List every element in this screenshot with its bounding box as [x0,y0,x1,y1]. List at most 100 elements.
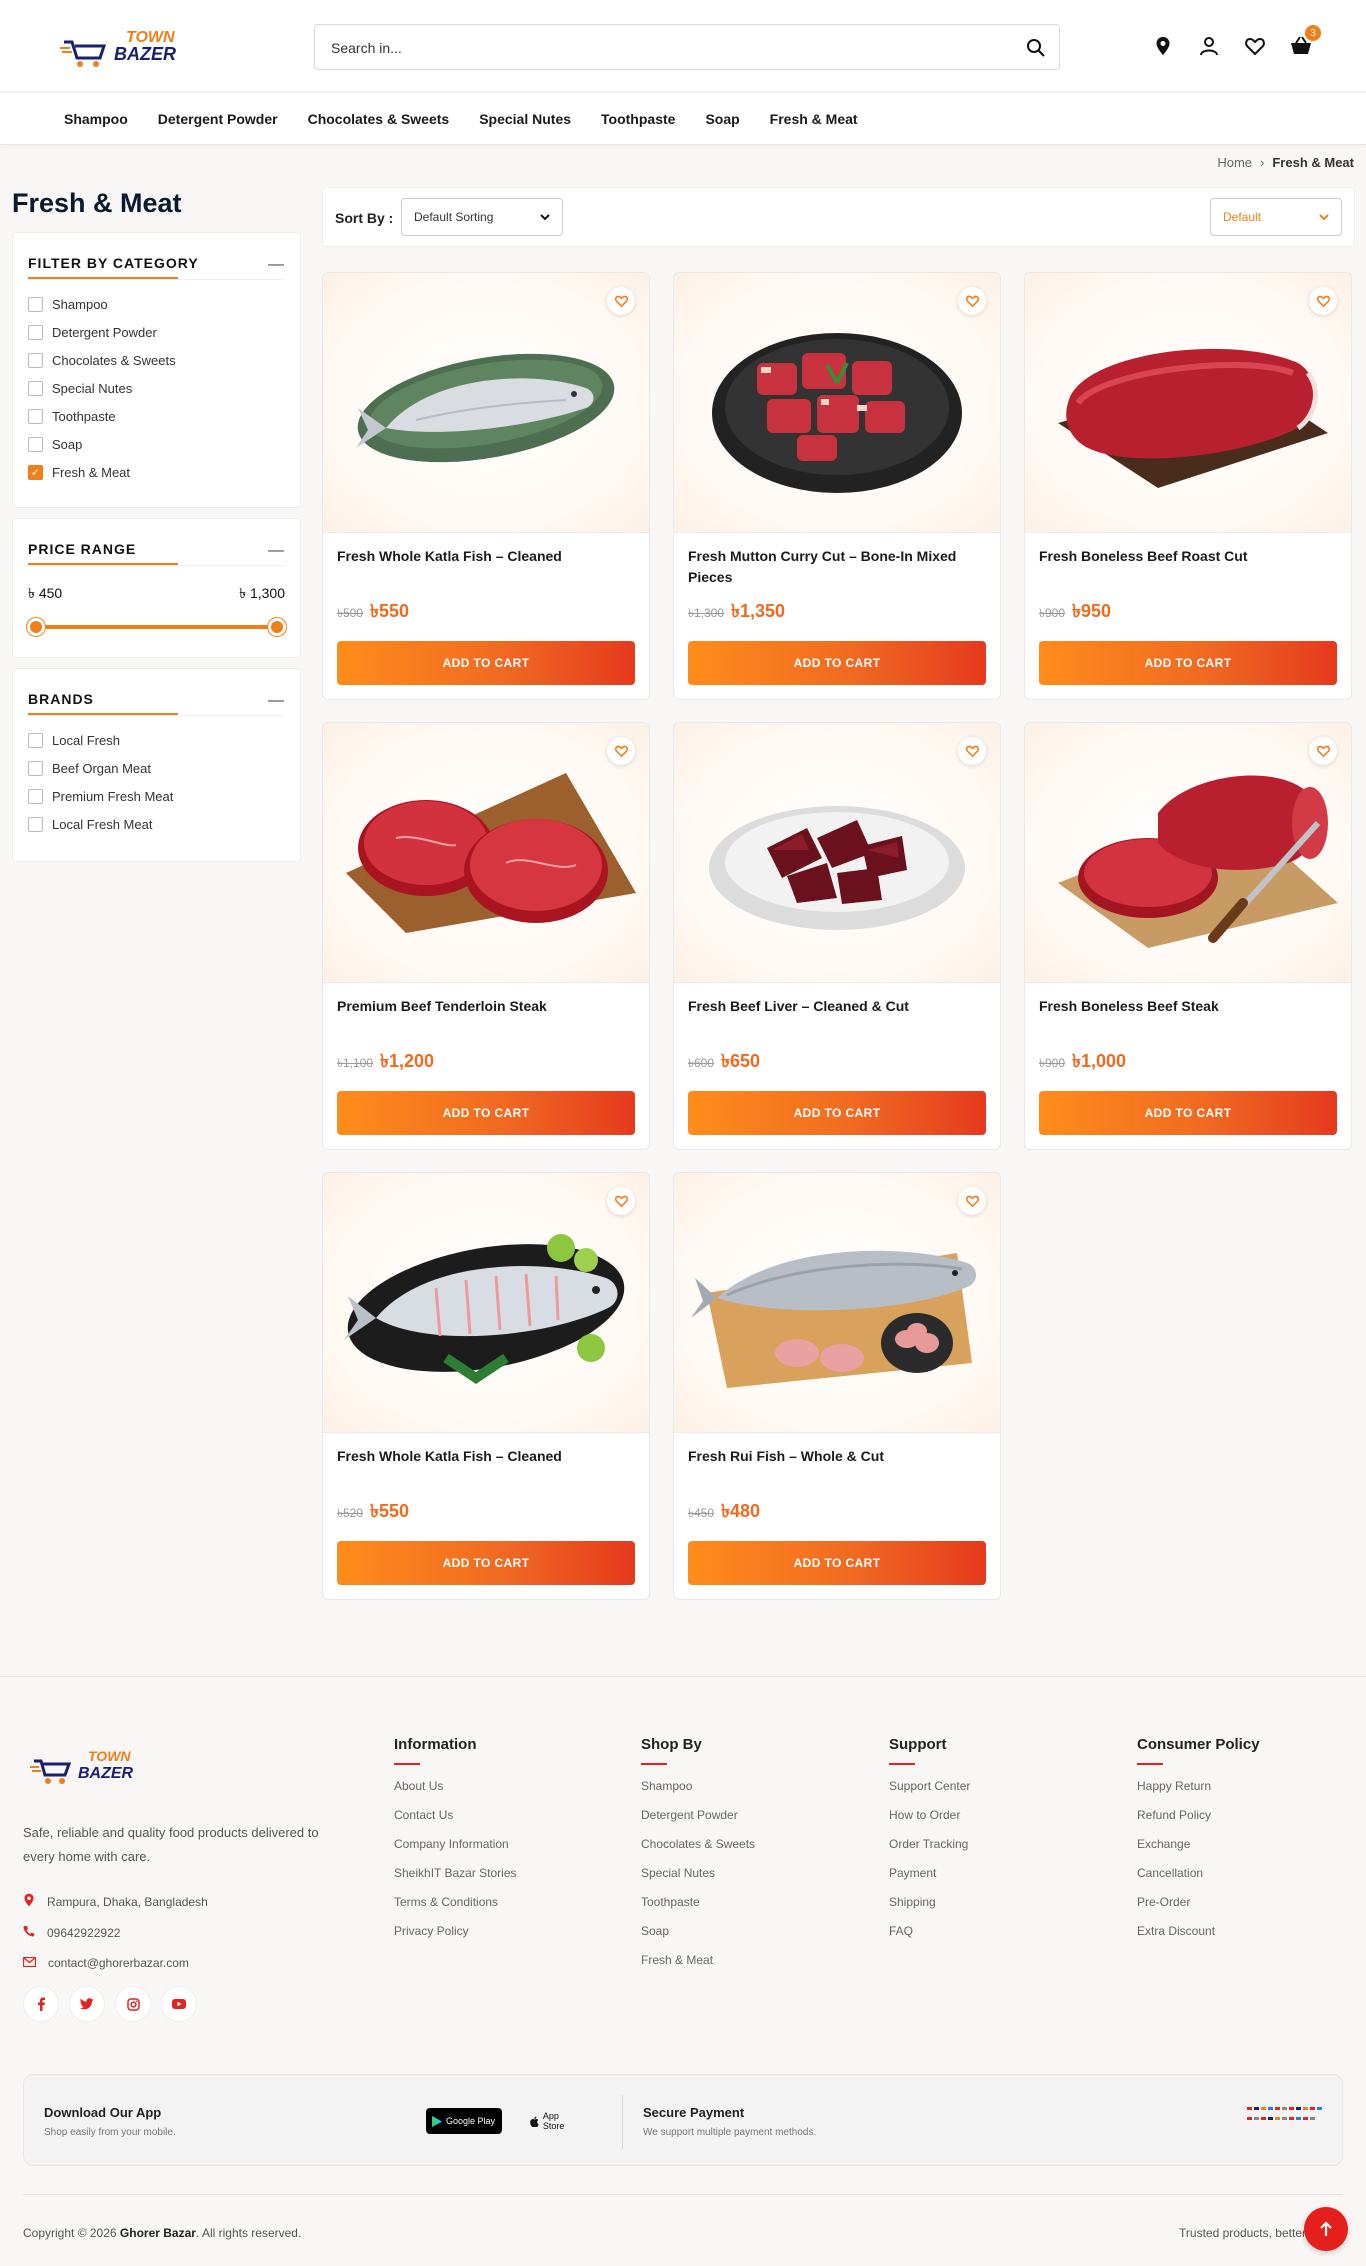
collapse-icon[interactable]: — [268,692,284,710]
price-range-slider[interactable] [27,618,286,636]
add-to-cart-button[interactable]: ADD TO CART [337,1091,635,1135]
category-filter-checkbox[interactable]: Detergent Powder [28,325,157,340]
add-to-cart-button[interactable]: ADD TO CART [1039,1091,1337,1135]
product-card[interactable]: Fresh Mutton Curry Cut – Bone-In Mixed P… [673,272,1001,700]
category-filter-checkbox[interactable]: Special Nutes [28,381,132,396]
product-name[interactable]: Fresh Beef Liver – Cleaned & Cut [688,996,986,1017]
footer-link[interactable]: Cancellation [1137,1866,1260,1880]
footer-link[interactable]: Payment [889,1866,970,1880]
product-card[interactable]: Premium Beef Tenderloin Steak ৳1,100 ৳1,20… [322,722,650,1150]
user-icon[interactable] [1196,33,1222,59]
breadcrumb-home[interactable]: Home [1217,155,1252,170]
checkbox-icon[interactable] [28,761,43,776]
footer-link[interactable]: Contact Us [394,1808,517,1822]
collapse-icon[interactable]: — [268,256,284,274]
brand-filter-checkbox[interactable]: Local Fresh Meat [28,817,152,832]
checkbox-icon[interactable] [28,297,43,312]
product-card[interactable]: Fresh Beef Liver – Cleaned & Cut ৳600 ৳650… [673,722,1001,1150]
price-max-handle[interactable] [268,618,286,636]
footer-link[interactable]: Refund Policy [1137,1808,1260,1822]
product-image[interactable] [674,273,1000,533]
wishlist-heart-icon[interactable] [1309,287,1337,315]
product-image[interactable] [674,723,1000,983]
wishlist-heart-icon[interactable] [607,737,635,765]
footer-logo[interactable]: TOWN BAZER [30,1745,160,1787]
footer-link[interactable]: Happy Return [1137,1779,1260,1793]
back-to-top-button[interactable] [1304,2207,1348,2251]
brand-filter-checkbox[interactable]: Beef Organ Meat [28,761,151,776]
product-name[interactable]: Fresh Rui Fish – Whole & Cut [688,1446,986,1467]
wishlist-heart-icon[interactable] [607,287,635,315]
footer-link[interactable]: Pre-Order [1137,1895,1260,1909]
sort-select[interactable]: Default Sorting [401,198,563,236]
heart-icon[interactable] [1242,33,1268,59]
category-filter-checkbox[interactable]: ✓ Fresh & Meat [28,465,130,480]
footer-link[interactable]: About Us [394,1779,517,1793]
footer-link[interactable]: How to Order [889,1808,970,1822]
product-image[interactable] [674,1173,1000,1433]
product-card[interactable]: Fresh Boneless Beef Roast Cut ৳900 ৳950 ADD… [1024,272,1352,700]
collapse-icon[interactable]: — [268,542,284,560]
product-image[interactable] [323,723,649,983]
nav-item-toothpaste[interactable]: Toothpaste [601,111,675,127]
add-to-cart-button[interactable]: ADD TO CART [688,1541,986,1585]
product-image[interactable] [1025,273,1351,533]
location-icon[interactable] [1150,33,1176,59]
footer-link[interactable]: Chocolates & Sweets [641,1837,755,1851]
cart-icon[interactable]: 3 [1288,25,1321,59]
checkbox-icon[interactable] [28,381,43,396]
footer-link[interactable]: FAQ [889,1924,970,1938]
product-card[interactable]: Fresh Whole Katla Fish – Cleaned ৳520 ৳550… [322,1172,650,1600]
product-name[interactable]: Fresh Boneless Beef Roast Cut [1039,546,1337,567]
checkbox-icon[interactable] [28,817,43,832]
checkbox-icon[interactable] [28,437,43,452]
footer-link[interactable]: Exchange [1137,1837,1260,1851]
wishlist-heart-icon[interactable] [607,1187,635,1215]
footer-link[interactable]: Company Information [394,1837,517,1851]
brand-filter-checkbox[interactable]: Local Fresh [28,733,120,748]
footer-link[interactable]: Soap [641,1924,755,1938]
footer-phone-text[interactable]: 09642922922 [47,1926,120,1940]
search-input[interactable] [331,37,971,59]
app-store-button[interactable]: App Store [524,2108,588,2134]
footer-link[interactable]: Terms & Conditions [394,1895,517,1909]
nav-item-detergent-powder[interactable]: Detergent Powder [158,111,278,127]
product-name[interactable]: Premium Beef Tenderloin Steak [337,996,635,1017]
checkbox-icon[interactable] [28,325,43,340]
product-name[interactable]: Fresh Whole Katla Fish – Cleaned [337,546,635,567]
site-logo[interactable]: TOWN BAZER [60,24,210,70]
footer-link[interactable]: Support Center [889,1779,970,1793]
category-filter-checkbox[interactable]: Toothpaste [28,409,116,424]
footer-link[interactable]: Shipping [889,1895,970,1909]
footer-link[interactable]: Toothpaste [641,1895,755,1909]
wishlist-heart-icon[interactable] [958,1187,986,1215]
product-name[interactable]: Fresh Boneless Beef Steak [1039,996,1337,1017]
nav-item-special-nutes[interactable]: Special Nutes [479,111,571,127]
add-to-cart-button[interactable]: ADD TO CART [688,1091,986,1135]
wishlist-heart-icon[interactable] [1309,737,1337,765]
brand-filter-checkbox[interactable]: Premium Fresh Meat [28,789,173,804]
product-name[interactable]: Fresh Whole Katla Fish – Cleaned [337,1446,635,1467]
category-filter-checkbox[interactable]: Shampoo [28,297,108,312]
product-image[interactable] [323,273,649,533]
instagram-icon[interactable] [115,1986,151,2022]
footer-email-text[interactable]: contact@ghorerbazar.com [48,1956,189,1970]
footer-link[interactable]: Order Tracking [889,1837,970,1851]
product-name[interactable]: Fresh Mutton Curry Cut – Bone-In Mixed P… [688,546,986,588]
wishlist-heart-icon[interactable] [958,737,986,765]
category-filter-checkbox[interactable]: Soap [28,437,82,452]
checkbox-icon[interactable] [28,409,43,424]
footer-link[interactable]: Fresh & Meat [641,1953,755,1967]
view-select[interactable]: Default [1210,198,1342,236]
category-filter-checkbox[interactable]: Chocolates & Sweets [28,353,176,368]
footer-link[interactable]: Detergent Powder [641,1808,755,1822]
add-to-cart-button[interactable]: ADD TO CART [688,641,986,685]
twitter-icon[interactable] [69,1986,105,2022]
google-play-button[interactable]: Google Play [426,2108,502,2134]
wishlist-heart-icon[interactable] [958,287,986,315]
footer-link[interactable]: Special Nutes [641,1866,755,1880]
product-image[interactable] [1025,723,1351,983]
nav-item-chocolates-sweets[interactable]: Chocolates & Sweets [308,111,450,127]
checkbox-icon[interactable] [28,733,43,748]
product-card[interactable]: Fresh Whole Katla Fish – Cleaned ৳500 ৳550… [322,272,650,700]
